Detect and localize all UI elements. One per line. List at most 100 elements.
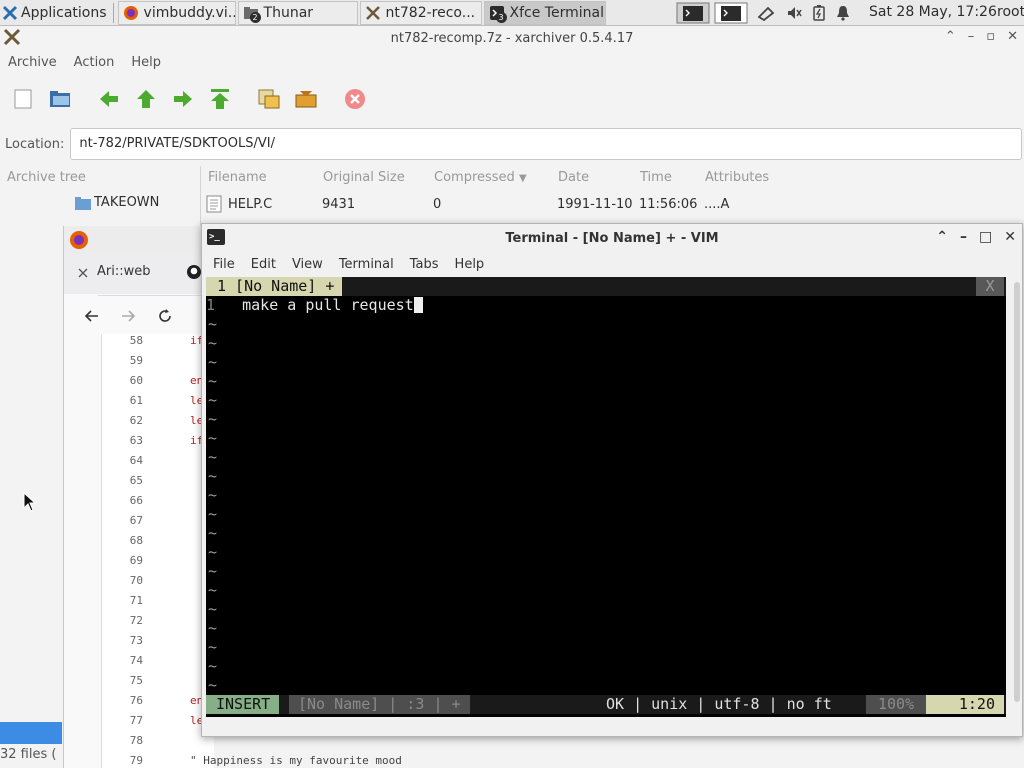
reload-icon[interactable]	[157, 308, 173, 324]
notification-bell-icon[interactable]	[836, 5, 850, 21]
open-archive-button[interactable]	[47, 86, 73, 112]
tree-item-label: TAKEOWN	[94, 195, 160, 210]
code-line-number: 63	[129, 434, 143, 447]
terminal-scrollbar[interactable]	[1014, 282, 1020, 702]
xarchiver-menubar: Archive Action Help	[0, 50, 1024, 74]
menu-tabs[interactable]: Tabs	[410, 257, 439, 272]
forward-button[interactable]	[170, 86, 196, 112]
terminal-icon: 3	[489, 5, 507, 23]
restore-icon[interactable]: ▫	[986, 29, 995, 44]
menu-terminal[interactable]: Terminal	[339, 257, 394, 272]
menu-archive[interactable]: Archive	[8, 55, 57, 70]
vim-tilde-line: ~	[208, 410, 218, 428]
maximize-icon[interactable]: □	[979, 229, 992, 245]
task-count-badge: 3	[495, 11, 507, 23]
vim-tilde-line: ~	[208, 505, 218, 523]
volume-muted-icon[interactable]	[786, 5, 802, 21]
cell-filename[interactable]: HELP.C	[228, 197, 272, 212]
code-line-number: 58	[129, 334, 143, 347]
vim-tab-close[interactable]: X	[976, 277, 1004, 296]
cell-date: 1991-11-10	[557, 197, 633, 212]
vim-tilde-line: ~	[208, 315, 218, 333]
minimize-icon[interactable]: –	[960, 229, 967, 245]
code-line-number: 75	[129, 674, 143, 687]
menu-help[interactable]: Help	[131, 55, 161, 70]
add-button[interactable]	[293, 86, 319, 112]
code-line-number: 65	[129, 474, 143, 487]
vim-tabline: 1 [No Name] + X	[206, 277, 1006, 296]
forward-arrow-icon[interactable]	[120, 308, 136, 324]
arrow-right-icon	[174, 91, 192, 107]
workspace-1-icon[interactable]	[676, 2, 710, 24]
vim-editor[interactable]: 1 [No Name] + X 1 make a pull request ~ ~…	[206, 277, 1006, 717]
location-input[interactable]: nt-782/PRIVATE/SDKTOOLS/VI/	[70, 128, 1023, 160]
tree-item-takeown[interactable]: TAKEOWN	[75, 195, 159, 210]
code-line-number: 79	[129, 754, 143, 767]
code-line-number: 64	[129, 454, 143, 467]
back-arrow-icon[interactable]	[84, 308, 100, 324]
task-thunar[interactable]: 2 Thunar	[237, 0, 358, 25]
vim-line-number: 1	[206, 296, 216, 314]
terminal-titlebar[interactable]: >_ Terminal - [No Name] + - VIM ⌃ – □ ✕	[202, 224, 1022, 252]
up-button[interactable]	[133, 86, 159, 112]
vim-line-text: make a pull request	[242, 296, 414, 314]
clock[interactable]: Sat 28 May, 17:26	[869, 4, 997, 20]
column-attributes[interactable]: Attributes	[705, 170, 769, 185]
column-filename[interactable]: Filename	[208, 170, 267, 185]
stop-button[interactable]	[342, 86, 368, 112]
home-button[interactable]	[207, 86, 233, 112]
user-menu[interactable]: root	[997, 4, 1024, 20]
extract-icon	[258, 89, 280, 109]
task-label: Thunar	[263, 4, 314, 21]
new-archive-button[interactable]	[10, 86, 36, 112]
vim-buffer-line[interactable]: 1 make a pull request	[206, 296, 423, 315]
minimize-icon[interactable]: –	[968, 29, 975, 44]
firefox-icon	[123, 5, 139, 21]
vim-tilde-line: ~	[208, 619, 218, 637]
vim-file-segment: [No Name] | :3 | +	[289, 695, 470, 714]
vim-tab[interactable]: 1 [No Name] +	[206, 277, 343, 296]
task-xarchiver[interactable]: nt782-reco...	[359, 0, 482, 25]
folder-icon: 2	[243, 5, 261, 23]
close-icon[interactable]: ✕	[1004, 229, 1016, 245]
task-terminal[interactable]: 3 Xfce Terminal	[483, 0, 606, 25]
terminal-title: Terminal - [No Name] + - VIM	[505, 230, 719, 246]
archive-tree-header: Archive tree	[7, 170, 86, 185]
workspace-switcher[interactable]	[676, 0, 748, 26]
extract-button[interactable]	[256, 86, 282, 112]
menu-view[interactable]: View	[292, 257, 323, 272]
vim-tilde-line: ~	[208, 676, 218, 694]
vim-tilde-line: ~	[208, 467, 218, 485]
text-cursor	[413, 297, 423, 313]
menu-edit[interactable]: Edit	[251, 257, 276, 272]
column-date[interactable]: Date	[558, 170, 589, 185]
task-firefox[interactable]: vimbuddy.vi...	[117, 0, 236, 25]
menu-file[interactable]: File	[213, 257, 235, 272]
column-compressed[interactable]: Compressed ▼	[434, 170, 527, 185]
firefox-tab-label[interactable]: Ari::web	[97, 264, 151, 279]
workspace-2-icon[interactable]	[714, 2, 748, 24]
firefox-titlebar[interactable]	[64, 226, 213, 254]
selected-tree-row[interactable]	[0, 722, 62, 744]
column-time[interactable]: Time	[640, 170, 672, 185]
menu-action[interactable]: Action	[74, 55, 115, 70]
applications-menu-button[interactable]: Applications	[0, 0, 111, 26]
column-original-size[interactable]: Original Size	[323, 170, 405, 185]
close-icon[interactable]: ✕	[1007, 29, 1018, 44]
xarchiver-titlebar[interactable]: nt782-recomp.7z - xarchiver 0.5.4.17 ⌃ –…	[0, 26, 1024, 50]
shade-icon[interactable]: ⌃	[936, 229, 948, 245]
menu-help[interactable]: Help	[455, 257, 485, 272]
vim-tilde-line: ~	[208, 524, 218, 542]
task-label: Xfce Terminal	[509, 4, 604, 21]
task-count-badge: 2	[249, 11, 261, 23]
network-icon[interactable]	[756, 5, 776, 21]
cell-original-size: 9431	[322, 197, 356, 212]
back-button[interactable]	[96, 86, 122, 112]
battery-icon[interactable]	[812, 5, 826, 21]
arrow-left-icon	[100, 91, 118, 107]
maximize-up-icon[interactable]: ⌃	[945, 29, 956, 44]
github-icon[interactable]	[186, 264, 202, 280]
arrow-top-icon	[211, 89, 229, 109]
vim-tilde-line: ~	[208, 638, 218, 656]
vim-tilde-line: ~	[208, 581, 218, 599]
